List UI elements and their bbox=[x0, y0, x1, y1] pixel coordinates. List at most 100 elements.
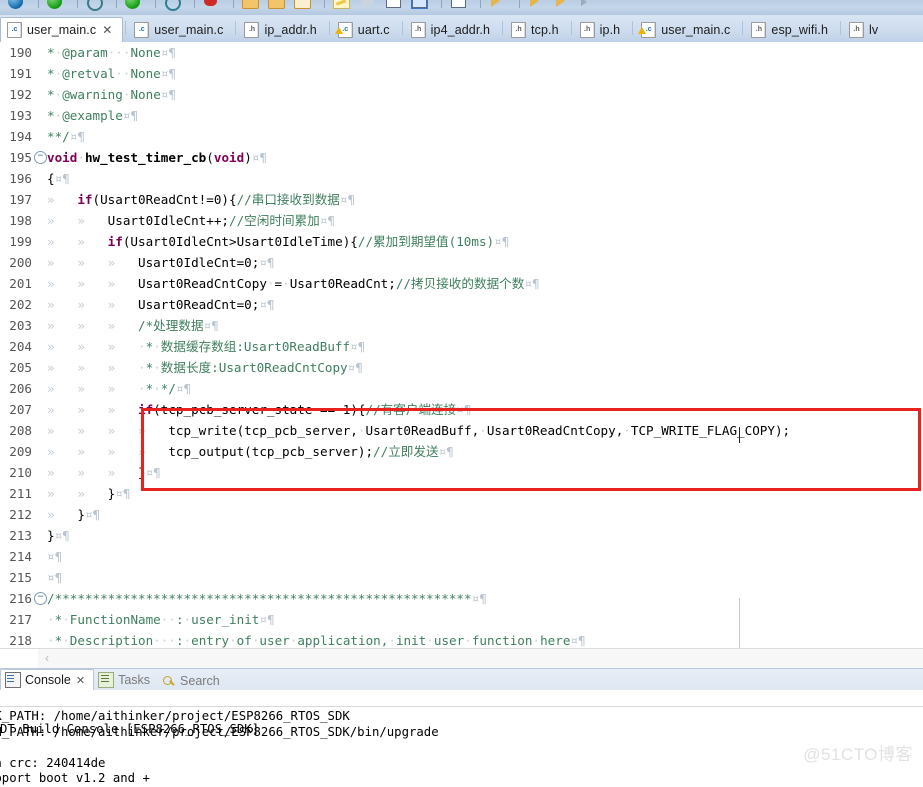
h-file-icon: .h bbox=[751, 22, 766, 38]
grid-icon[interactable] bbox=[448, 0, 468, 11]
run-icon[interactable] bbox=[123, 0, 143, 11]
line-number: 208 bbox=[0, 420, 32, 441]
code-line[interactable]: 212» }¤¶ bbox=[0, 504, 923, 525]
code-line[interactable]: 210» » » }¤¶ bbox=[0, 462, 923, 483]
folder-icon[interactable] bbox=[240, 0, 260, 11]
line-number: 213 bbox=[0, 525, 32, 546]
editor-tab-user-main-c[interactable]: .cuser_main.c bbox=[128, 18, 233, 43]
code-line-text: » » » ·*·数据缓存数组:Usart0ReadBuff¤¶ bbox=[47, 336, 365, 357]
code-line[interactable]: 216−/***********************************… bbox=[0, 588, 923, 609]
debug-icon[interactable] bbox=[84, 0, 104, 11]
fold-collapse-icon[interactable]: − bbox=[34, 592, 47, 605]
console-log-line: IN_PATH: /home/aithinker/project/ESP8266… bbox=[0, 725, 439, 741]
code-line[interactable]: 194**/¤¶ bbox=[0, 126, 923, 147]
code-line-text: » » » » tcp_output(tcp_pcb_server);//立即发… bbox=[47, 441, 454, 462]
code-text-area[interactable]: 190*·@param···None¤¶191*·@retval··None¤¶… bbox=[0, 42, 923, 648]
code-editor[interactable]: 190*·@param···None¤¶191*·@retval··None¤¶… bbox=[0, 42, 923, 648]
editor-tab-ip4-addr-h[interactable]: .hip4_addr.h bbox=[405, 18, 500, 43]
code-line[interactable]: 217·*·FunctionName··:·user_init¤¶ bbox=[0, 609, 923, 630]
pencil-icon[interactable] bbox=[331, 0, 351, 11]
code-line[interactable]: 198» » Usart0IdleCnt++;//空闲时间累加¤¶ bbox=[0, 210, 923, 231]
arrow-forward-icon[interactable] bbox=[526, 0, 546, 11]
editor-tab-label: uart.c bbox=[358, 23, 390, 37]
refresh-icon[interactable] bbox=[45, 0, 65, 11]
console-tab-console[interactable]: Console✕ bbox=[0, 669, 94, 690]
code-line[interactable]: 202» » » Usart0ReadCnt=0;¤¶ bbox=[0, 294, 923, 315]
code-line[interactable]: 205» » » ·*·数据长度:Usart0ReadCntCopy¤¶ bbox=[0, 357, 923, 378]
code-line-text: **/¤¶ bbox=[47, 126, 85, 147]
folder-open-icon[interactable] bbox=[266, 0, 286, 11]
console-tab-tasks[interactable]: Tasks bbox=[94, 670, 158, 691]
arrow-right-icon[interactable] bbox=[487, 0, 507, 11]
shield-icon[interactable] bbox=[357, 0, 377, 11]
code-line[interactable]: 203» » » /*处理数据¤¶ bbox=[0, 315, 923, 336]
editor-tab-label: ip4_addr.h bbox=[431, 23, 490, 37]
perspective-active-icon[interactable] bbox=[409, 0, 429, 11]
code-line-text: » » Usart0IdleCnt++;//空闲时间累加¤¶ bbox=[47, 210, 335, 231]
code-line[interactable]: 199» » if(Usart0IdleCnt>Usart0IdleTime){… bbox=[0, 231, 923, 252]
console-output[interactable]: DT Build Console [ESP8266_RTOS_SDK] DK_P… bbox=[0, 690, 923, 787]
code-line[interactable]: 192*·@warning·None¤¶ bbox=[0, 84, 923, 105]
code-line[interactable]: 201» » » Usart0ReadCntCopy·=·Usart0ReadC… bbox=[0, 273, 923, 294]
code-line[interactable]: 209» » » » tcp_output(tcp_pcb_server);//… bbox=[0, 441, 923, 462]
scroll-left-button[interactable]: ‹ bbox=[38, 649, 56, 668]
editor-tab-tcp-h[interactable]: .htcp.h bbox=[505, 18, 569, 43]
fold-collapse-icon[interactable]: − bbox=[34, 151, 47, 164]
toolbar-separator bbox=[233, 0, 234, 8]
back-icon[interactable] bbox=[6, 0, 26, 11]
close-icon[interactable]: ✕ bbox=[76, 674, 85, 687]
editor-tab-lv[interactable]: .hlv bbox=[843, 18, 888, 43]
editor-tab-esp-wifi-h[interactable]: .hesp_wifi.h bbox=[745, 18, 838, 43]
c-file-icon: .c bbox=[7, 22, 22, 38]
tab-separator bbox=[632, 21, 633, 35]
editor-tab-user-main-c[interactable]: .cuser_main.c✕ bbox=[0, 17, 123, 42]
editor-tab-bar[interactable]: .cuser_main.c✕.cuser_main.c.hip_addr.h.c… bbox=[0, 15, 923, 42]
code-line[interactable]: 218·*·Description···:·entry·of·user·appl… bbox=[0, 630, 923, 648]
code-line[interactable]: 207» » » if(tcp_pcb_server_state·==·1){/… bbox=[0, 399, 923, 420]
code-line-text: » » » » tcp_write(tcp_pcb_server,·Usart0… bbox=[47, 420, 790, 441]
code-line[interactable]: 208 » » » » tcp_write(tcp_pcb_server,·Usa… bbox=[0, 420, 923, 441]
code-line[interactable]: 196{¤¶ bbox=[0, 168, 923, 189]
editor-horizontal-scrollbar[interactable]: ‹ bbox=[0, 648, 923, 669]
editor-tab-user-main-c[interactable]: .cuser_main.c bbox=[635, 18, 740, 43]
code-line[interactable]: 197» if(Usart0ReadCnt!=0){//串口接收到数据¤¶ bbox=[0, 189, 923, 210]
code-line[interactable]: 214¤¶ bbox=[0, 546, 923, 567]
console-tab-search[interactable]: Search bbox=[158, 671, 228, 692]
code-line[interactable]: 213}¤¶ bbox=[0, 525, 923, 546]
console-tab-bar[interactable]: Console✕Tasks Search bbox=[0, 668, 923, 691]
code-line[interactable]: 200» » » Usart0IdleCnt=0;¤¶ bbox=[0, 252, 923, 273]
code-line[interactable]: 204» » » ·*·数据缓存数组:Usart0ReadBuff¤¶ bbox=[0, 336, 923, 357]
dropdown-icon[interactable] bbox=[578, 0, 598, 11]
h-file-icon: .h bbox=[580, 22, 595, 38]
toolbar-separator bbox=[155, 0, 156, 8]
scrollbar-track[interactable] bbox=[56, 649, 923, 668]
tab-separator bbox=[235, 21, 236, 35]
close-icon[interactable]: ✕ bbox=[102, 25, 112, 35]
code-line[interactable]: 215¤¶ bbox=[0, 567, 923, 588]
code-line-text: » » if(Usart0IdleCnt>Usart0IdleTime){//累… bbox=[47, 231, 509, 252]
editor-tab-uart-c[interactable]: .c uart.c bbox=[332, 18, 400, 43]
code-line[interactable]: 211 » » }¤¶ bbox=[0, 483, 923, 504]
line-number: 200 bbox=[0, 252, 32, 273]
code-line[interactable]: 191*·@retval··None¤¶ bbox=[0, 63, 923, 84]
line-number: 211 bbox=[0, 483, 32, 504]
line-number: 205 bbox=[0, 357, 32, 378]
code-line[interactable]: 190*·@param···None¤¶ bbox=[0, 42, 923, 63]
c-file-icon: .c bbox=[338, 22, 353, 38]
editor-tab-ip-h[interactable]: .hip.h bbox=[574, 18, 631, 43]
editor-tab-label: tcp.h bbox=[531, 23, 559, 37]
code-line[interactable]: 193*·@example¤¶ bbox=[0, 105, 923, 126]
arrow-back-icon[interactable] bbox=[552, 0, 572, 11]
code-line-text: » » }¤¶ bbox=[47, 483, 130, 504]
code-line[interactable]: 206» » » ·*·*/¤¶ bbox=[0, 378, 923, 399]
code-line[interactable]: 195−void·hw_test_timer_cb(void)¤¶ bbox=[0, 147, 923, 168]
console-tab-label: Search bbox=[180, 674, 220, 688]
folder-pale-icon[interactable] bbox=[292, 0, 312, 11]
perspective-icon[interactable] bbox=[383, 0, 403, 11]
warning-icon bbox=[335, 27, 343, 34]
clock-icon[interactable] bbox=[162, 0, 182, 11]
console-log-line bbox=[0, 740, 439, 756]
toolbar-icon-group bbox=[6, 0, 604, 11]
editor-tab-ip-addr-h[interactable]: .hip_addr.h bbox=[238, 18, 326, 43]
bug-icon[interactable] bbox=[201, 0, 221, 11]
